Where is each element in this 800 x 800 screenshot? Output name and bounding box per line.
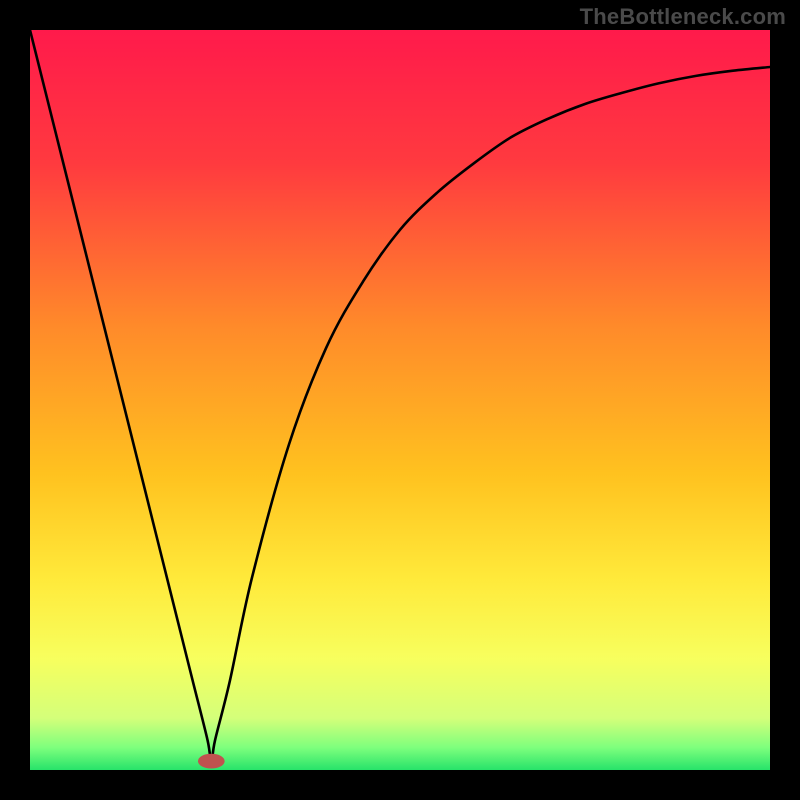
minimum-marker bbox=[198, 754, 225, 769]
gradient-background bbox=[30, 30, 770, 770]
watermark-text: TheBottleneck.com bbox=[580, 4, 786, 30]
chart-svg bbox=[30, 30, 770, 770]
chart-frame: TheBottleneck.com bbox=[0, 0, 800, 800]
plot-area bbox=[30, 30, 770, 770]
